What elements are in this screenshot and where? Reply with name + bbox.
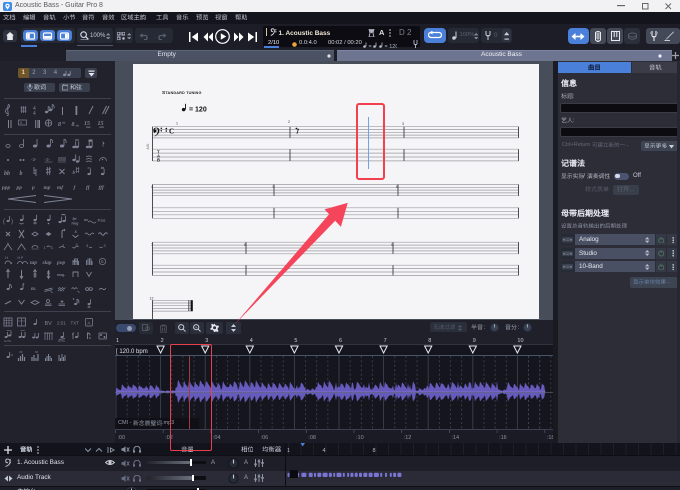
svg-text:va: va [62,121,66,125]
svg-text:H P: H P [18,256,25,260]
svg-text:2: 2 [288,120,290,124]
svg-text:2: 2 [161,338,164,344]
svg-text:M: M [20,351,23,354]
svg-text::00: :00 [118,435,126,441]
svg-text:1: 1 [116,338,119,344]
svg-text:3: 3 [104,243,107,248]
svg-text:ma: ma [86,125,91,129]
svg-text:H: H [5,255,8,260]
svg-text:x: x [6,241,9,245]
svg-text::04: :04 [213,435,221,441]
svg-text:ppp: ppp [1,185,11,191]
svg-text:M: M [35,351,38,354]
svg-text:1: 1 [287,448,290,454]
svg-text:6: 6 [101,259,104,264]
svg-text::06: :06 [261,435,269,441]
svg-text:bb: bb [4,171,10,177]
svg-text:8: 8 [372,448,375,454]
svg-text:-3-: -3- [45,157,51,162]
svg-text::08: :08 [308,435,316,441]
svg-text::14: :14 [451,435,459,441]
svg-text::16: :16 [499,435,507,441]
svg-text:7: 7 [384,338,387,344]
svg-text::18: :18 [547,435,553,441]
svg-text:9: 9 [473,338,476,344]
svg-text:10: 10 [517,338,523,344]
svg-text:A: A [87,320,90,325]
svg-text:2:51: 2:51 [57,320,66,325]
svg-text:8: 8 [72,122,75,128]
svg-text:8: 8 [58,122,61,128]
svg-text:pop: pop [56,260,66,266]
svg-text:= 120: = 120 [385,43,398,47]
svg-text:mf: mf [57,185,64,191]
svg-text:mb: mb [100,125,105,129]
svg-text:C: C [169,127,174,135]
svg-text:4: 4 [250,338,253,344]
svg-text:pp: pp [16,185,23,191]
svg-text:4: 4 [151,184,153,188]
svg-text:mp: mp [44,185,51,191]
svg-text:AUTO: AUTO [4,340,11,343]
svg-text:ring: ring [72,220,79,225]
svg-text:3: 3 [86,243,89,248]
svg-text:12: 12 [150,296,154,300]
svg-text:3: 3 [402,122,404,126]
svg-text:x: x [74,230,78,235]
svg-text:BV: BV [45,321,53,327]
svg-text:4: 4 [33,111,36,117]
svg-text:tap: tap [30,260,37,266]
svg-text:7: 7 [151,242,153,246]
svg-text:5: 5 [273,184,275,188]
svg-text:-: - [180,324,182,329]
svg-text::12: :12 [404,435,412,441]
svg-text:X.: X. [20,120,24,125]
svg-text:rasg.: rasg. [57,272,65,277]
svg-text:ff: ff [86,185,91,191]
svg-text:8: 8 [428,338,431,344]
svg-text:+: + [195,324,198,329]
svg-text:b: b [20,171,23,177]
svg-text:P.M.: P.M. [98,218,107,223]
svg-text:1: 1 [176,121,178,125]
svg-text:f: f [74,185,77,191]
svg-text::10: :10 [356,435,364,441]
svg-text:vb: vb [76,124,80,128]
svg-text:TXT: TXT [71,320,80,325]
svg-text:AUTO: AUTO [58,340,65,343]
svg-text:b: b [73,171,76,176]
svg-text:fff: fff [99,185,105,191]
svg-text:B: B [157,157,160,162]
svg-text:A.B.: A.B. [146,143,150,149]
svg-text:-3-: -3- [31,157,37,162]
svg-text:p: p [31,185,35,191]
svg-text:3: 3 [51,245,54,250]
svg-text:6: 6 [339,338,342,344]
svg-text:5: 5 [294,338,297,344]
svg-text:6: 6 [396,184,398,188]
svg-text:1: 1 [44,245,47,250]
svg-text:slap: slap [42,260,52,266]
svg-text:): ) [11,219,13,225]
svg-text:no: no [84,217,88,222]
svg-text:(: ( [3,219,5,225]
svg-text:m.: m. [31,287,36,292]
svg-text:4: 4 [322,448,325,454]
svg-text:=: = [369,43,372,47]
svg-text:9: 9 [391,242,393,246]
